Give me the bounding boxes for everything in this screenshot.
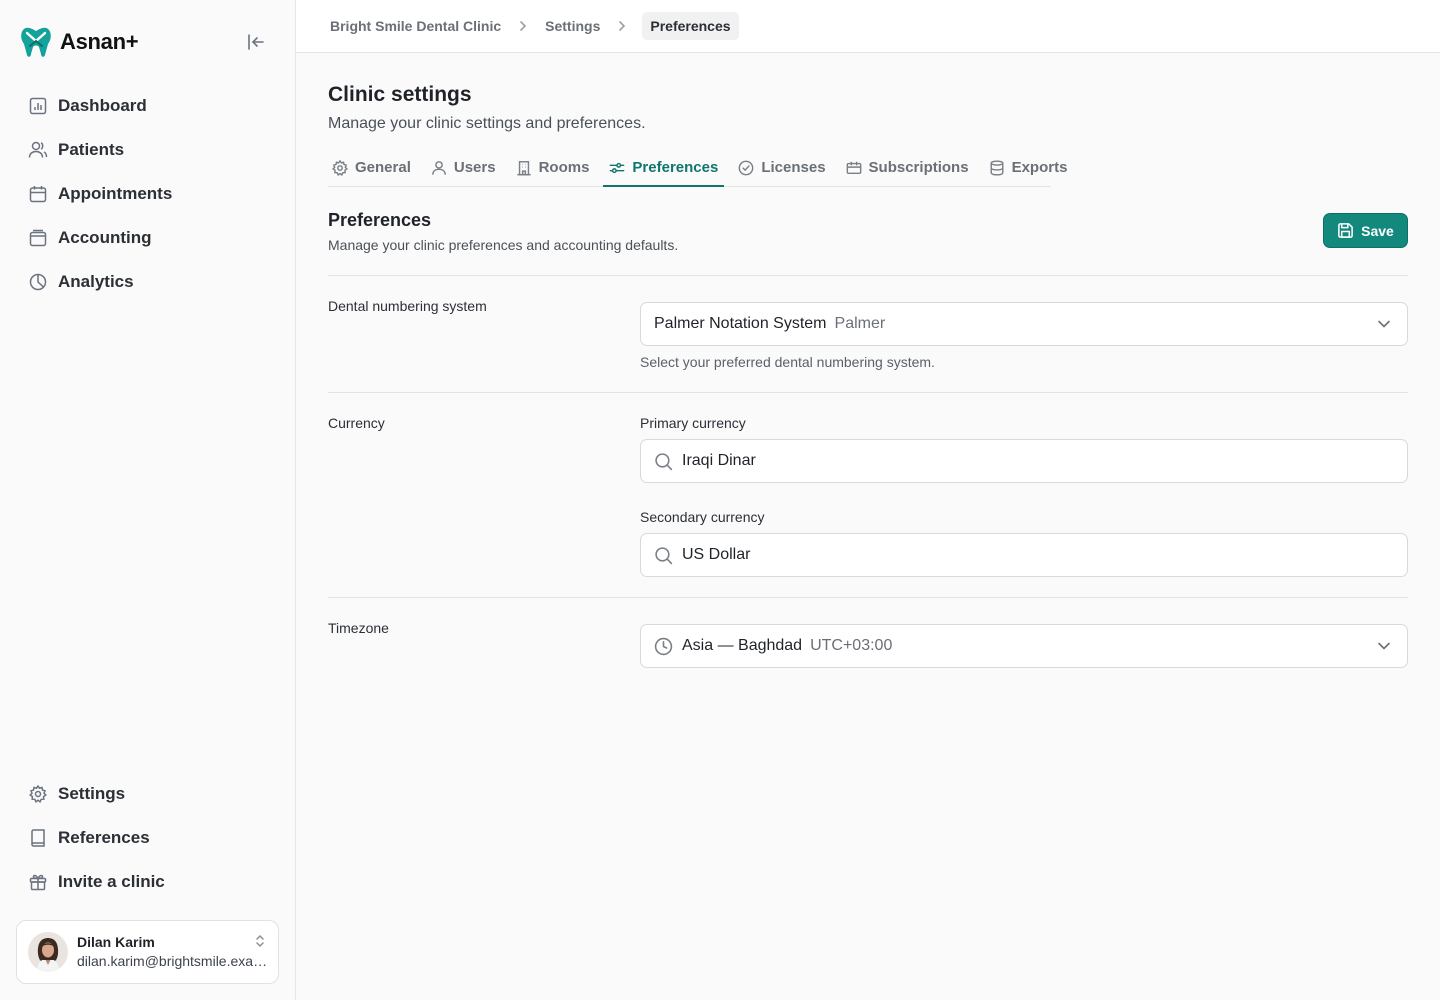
- ticket-icon: [846, 160, 862, 176]
- sidebar-item-accounting[interactable]: Accounting: [18, 216, 278, 260]
- panel-collapse-icon: [248, 34, 264, 50]
- breadcrumb-settings[interactable]: Settings: [543, 18, 602, 34]
- numbering-help-text: Select your preferred dental numbering s…: [640, 354, 935, 370]
- tab-label: Exports: [1011, 159, 1068, 176]
- user-name: Dilan Karim: [77, 934, 155, 950]
- pie-chart-icon: [28, 272, 48, 292]
- section-title: Preferences: [328, 210, 432, 230]
- gear-icon: [28, 784, 48, 804]
- tooth-logo-icon: [18, 25, 54, 59]
- sidebar-item-analytics[interactable]: Analytics: [18, 260, 278, 304]
- timezone-selected-value: Asia — Baghdad: [682, 637, 803, 654]
- sidebar-item-invite[interactable]: Invite a clinic: [18, 860, 278, 904]
- tab-preferences[interactable]: Preferences: [603, 149, 725, 187]
- app-name: Asnan+: [60, 29, 139, 54]
- top-bar: Bright Smile Dental Clinic Settings Pref…: [296, 0, 1440, 53]
- tab-label: General: [355, 159, 411, 176]
- sidebar-item-label: Invite a clinic: [58, 872, 165, 891]
- chevron-down-icon: [1377, 317, 1391, 331]
- section-subtitle: Manage your clinic preferences and accou…: [328, 237, 679, 253]
- sidebar-item-label: Analytics: [58, 272, 134, 291]
- page-subtitle: Manage your clinic settings and preferen…: [328, 115, 646, 132]
- users-icon: [28, 140, 48, 160]
- avatar: [28, 932, 68, 972]
- numbering-label: Dental numbering system: [328, 298, 487, 314]
- tab-general[interactable]: General: [328, 149, 415, 186]
- sidebar-item-label: Accounting: [58, 228, 152, 247]
- badge-check-icon: [738, 160, 754, 176]
- tab-licenses[interactable]: Licenses: [734, 149, 829, 186]
- users-icon: [431, 160, 447, 176]
- settings-tabs: General Users Rooms Preferences Licenses: [328, 149, 1067, 187]
- clock-icon: [654, 637, 673, 656]
- numbering-selected-short: Palmer: [834, 315, 886, 332]
- sidebar: Asnan+ Dashboard Patients Appointments A…: [0, 0, 296, 1000]
- save-icon: [1337, 222, 1354, 239]
- save-button-label: Save: [1361, 222, 1394, 239]
- secondary-currency-input[interactable]: US Dollar: [640, 533, 1408, 577]
- sidebar-footer-nav: Settings References Invite a clinic: [18, 772, 278, 904]
- chevron-right-icon: [602, 20, 642, 32]
- sidebar-nav: Dashboard Patients Appointments Accounti…: [18, 84, 278, 304]
- tab-label: Preferences: [632, 159, 719, 176]
- wallet-icon: [28, 228, 48, 248]
- sidebar-item-label: Dashboard: [58, 96, 147, 115]
- chart-bar-icon: [28, 96, 48, 116]
- primary-currency-input[interactable]: Iraqi Dinar: [640, 439, 1408, 483]
- timezone-label: Timezone: [328, 620, 389, 636]
- sliders-icon: [609, 160, 625, 176]
- sidebar-item-settings[interactable]: Settings: [18, 772, 278, 816]
- user-menu[interactable]: Dilan Karim dilan.karim@brightsmile.exam…: [16, 920, 279, 984]
- search-icon: [654, 452, 673, 471]
- chevron-down-icon: [1377, 639, 1391, 653]
- tab-subscriptions[interactable]: Subscriptions: [842, 149, 973, 186]
- divider: [328, 275, 1408, 276]
- sidebar-item-label: Settings: [58, 784, 126, 803]
- tab-label: Subscriptions: [868, 159, 969, 176]
- collapse-sidebar-button[interactable]: [244, 30, 268, 54]
- page-title: Clinic settings: [328, 83, 472, 106]
- secondary-currency-value: US Dollar: [682, 546, 751, 563]
- book-icon: [28, 828, 48, 848]
- sidebar-item-label: References: [58, 828, 150, 847]
- database-icon: [989, 159, 1005, 176]
- currency-label: Currency: [328, 415, 385, 431]
- divider: [328, 392, 1408, 393]
- breadcrumb: Bright Smile Dental Clinic Settings Pref…: [328, 12, 739, 40]
- tab-exports[interactable]: Exports: [985, 149, 1072, 186]
- tab-label: Rooms: [538, 159, 590, 176]
- sidebar-item-references[interactable]: References: [18, 816, 278, 860]
- numbering-selected-value: Palmer Notation System: [654, 315, 827, 332]
- timezone-select[interactable]: Asia — Baghdad UTC+03:00: [640, 624, 1408, 668]
- numbering-system-select[interactable]: Palmer Notation System Palmer: [640, 302, 1408, 346]
- sidebar-item-dashboard[interactable]: Dashboard: [18, 84, 278, 128]
- breadcrumb-clinic[interactable]: Bright Smile Dental Clinic: [328, 18, 503, 34]
- sidebar-item-label: Patients: [58, 140, 125, 159]
- divider: [328, 597, 1408, 598]
- sidebar-item-patients[interactable]: Patients: [18, 128, 278, 172]
- sidebar-item-label: Appointments: [58, 184, 173, 203]
- secondary-currency-label: Secondary currency: [640, 509, 765, 525]
- primary-currency-label: Primary currency: [640, 415, 746, 431]
- primary-currency-value: Iraqi Dinar: [682, 452, 756, 469]
- sidebar-item-appointments[interactable]: Appointments: [18, 172, 278, 216]
- save-button[interactable]: Save: [1323, 213, 1408, 248]
- tab-users[interactable]: Users: [427, 149, 500, 186]
- brand[interactable]: Asnan+: [18, 24, 139, 60]
- tab-label: Users: [453, 159, 496, 176]
- breadcrumb-current: Preferences: [642, 12, 739, 40]
- search-icon: [654, 546, 673, 565]
- timezone-offset: UTC+03:00: [810, 637, 893, 654]
- building-icon: [516, 160, 532, 176]
- gear-icon: [332, 159, 348, 176]
- calendar-icon: [28, 184, 48, 204]
- chevron-up-down-icon: [254, 933, 266, 949]
- tab-label: Licenses: [761, 159, 826, 176]
- user-email: dilan.karim@brightsmile.example: [77, 953, 269, 969]
- tab-rooms[interactable]: Rooms: [512, 149, 594, 186]
- chevron-right-icon: [503, 20, 543, 32]
- gift-icon: [28, 872, 48, 892]
